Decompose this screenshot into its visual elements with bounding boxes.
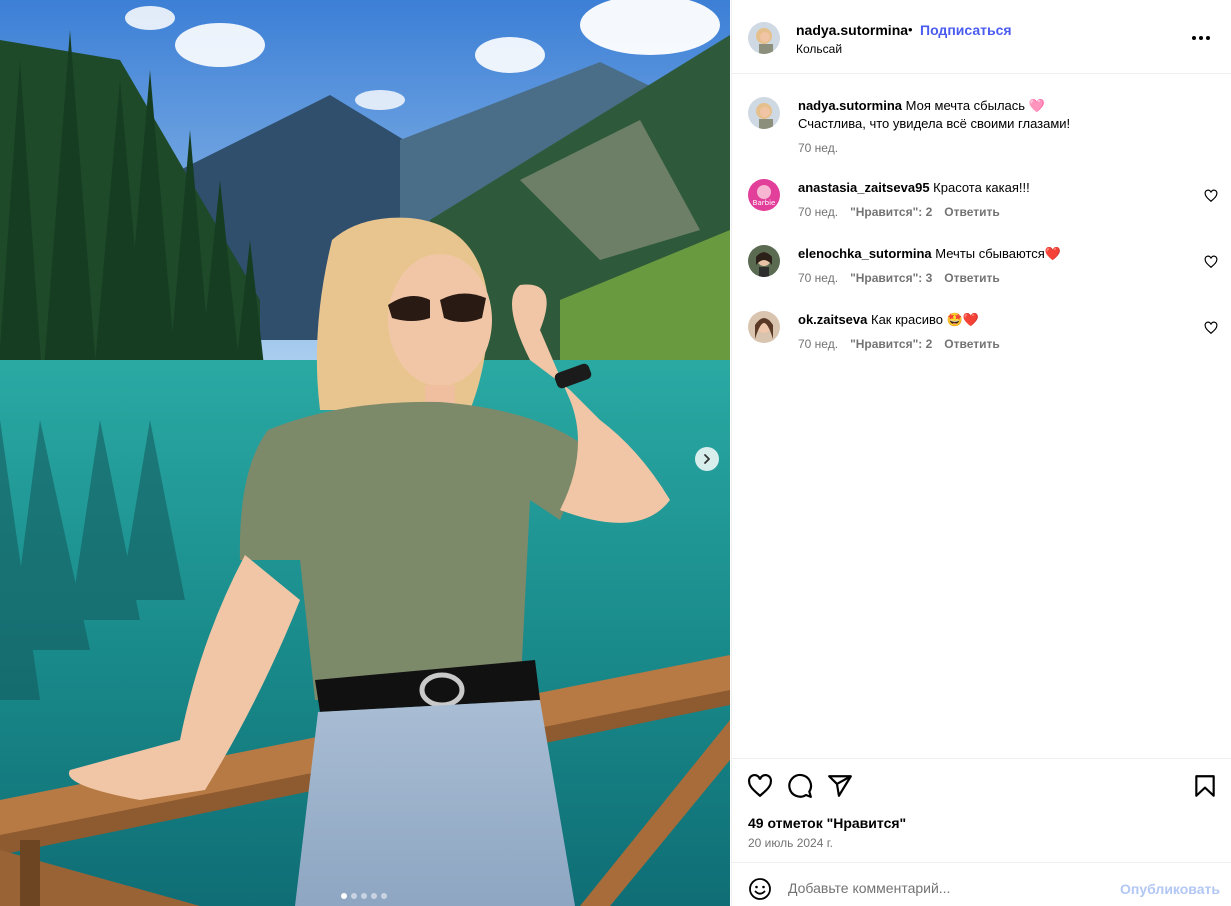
heart-icon[interactable] bbox=[1204, 189, 1218, 203]
comment-composer: Опубликовать bbox=[732, 862, 1231, 906]
comment-username[interactable]: ok.zaitseva bbox=[798, 312, 867, 327]
carousel-dot bbox=[361, 893, 367, 899]
comment-message: Красота какая!!! bbox=[933, 180, 1030, 195]
post-header: nadya.sutormina • Подписаться Кольсай bbox=[732, 0, 1231, 74]
header-separator: • bbox=[908, 22, 913, 37]
emoji-icon[interactable] bbox=[748, 877, 772, 901]
commenter-avatar[interactable]: Barbie bbox=[748, 179, 780, 211]
caption-username[interactable]: nadya.sutormina bbox=[798, 98, 902, 113]
comment-item: ok.zaitseva Как красиво 🤩❤️ 70 нед. "Нра… bbox=[748, 311, 1218, 355]
comment-item: elenochka_sutormina Мечты сбываются❤️ 70… bbox=[748, 245, 1218, 289]
comment-meta: 70 нед. "Нравится": 2 Ответить bbox=[798, 337, 1000, 351]
comment-time[interactable]: 70 нед. bbox=[798, 205, 838, 219]
send-icon[interactable] bbox=[827, 773, 853, 799]
reply-button[interactable]: Ответить bbox=[944, 337, 999, 351]
post-date[interactable]: 20 июль 2024 г. bbox=[748, 836, 833, 850]
photo-scene bbox=[0, 0, 730, 906]
comment-meta: 70 нед. "Нравится": 3 Ответить bbox=[798, 271, 1000, 285]
caption-line-1: Моя мечта сбылась 🩷 bbox=[905, 98, 1045, 113]
author-avatar[interactable] bbox=[748, 22, 780, 54]
comments-list: nadya.sutormina Моя мечта сбылась 🩷 Счас… bbox=[732, 75, 1231, 758]
caption-time[interactable]: 70 нед. bbox=[798, 141, 838, 155]
bookmark-icon[interactable] bbox=[1192, 773, 1218, 799]
svg-text:Barbie: Barbie bbox=[753, 199, 776, 207]
comment-icon[interactable] bbox=[787, 773, 813, 799]
comment-message: Мечты сбываются❤️ bbox=[935, 246, 1062, 261]
author-avatar[interactable] bbox=[748, 97, 780, 129]
comment-time[interactable]: 70 нед. bbox=[798, 337, 838, 351]
commenter-avatar[interactable] bbox=[748, 245, 780, 277]
heart-icon[interactable] bbox=[1204, 255, 1218, 269]
comment-meta: 70 нед. "Нравится": 2 Ответить bbox=[798, 205, 1000, 219]
comment-likes[interactable]: "Нравится": 2 bbox=[850, 337, 932, 351]
post-sidebar: nadya.sutormina • Подписаться Кольсай na… bbox=[731, 0, 1231, 906]
author-username[interactable]: nadya.sutormina bbox=[796, 22, 908, 38]
reply-button[interactable]: Ответить bbox=[944, 205, 999, 219]
post-location[interactable]: Кольсай bbox=[796, 42, 842, 56]
comment-likes[interactable]: "Нравится": 2 bbox=[850, 205, 932, 219]
comment-username[interactable]: anastasia_zaitseva95 bbox=[798, 180, 930, 195]
chevron-right-icon bbox=[704, 454, 710, 464]
post-caption: nadya.sutormina Моя мечта сбылась 🩷 Счас… bbox=[748, 97, 1218, 157]
reply-button[interactable]: Ответить bbox=[944, 271, 999, 285]
comment-message: Как красиво 🤩❤️ bbox=[871, 312, 979, 327]
comment-item: Barbie anastasia_zaitseva95 Красота кака… bbox=[748, 179, 1218, 223]
caption-meta: 70 нед. bbox=[798, 141, 838, 155]
commenter-avatar[interactable] bbox=[748, 311, 780, 343]
heart-icon[interactable] bbox=[747, 773, 773, 799]
carousel-next-button[interactable] bbox=[695, 447, 719, 471]
carousel-indicator bbox=[341, 893, 387, 899]
comment-likes[interactable]: "Нравится": 3 bbox=[850, 271, 932, 285]
comment-input[interactable] bbox=[788, 877, 1108, 899]
follow-button[interactable]: Подписаться bbox=[920, 22, 1012, 38]
likes-count[interactable]: 49 отметок "Нравится" bbox=[748, 815, 906, 831]
comment-text: elenochka_sutormina Мечты сбываются❤️ bbox=[798, 245, 1188, 263]
caption-text: nadya.sutormina Моя мечта сбылась 🩷 Счас… bbox=[798, 97, 1188, 133]
publish-button[interactable]: Опубликовать bbox=[1120, 881, 1220, 897]
heart-icon[interactable] bbox=[1204, 321, 1218, 335]
comment-text: anastasia_zaitseva95 Красота какая!!! bbox=[798, 179, 1188, 197]
comment-username[interactable]: elenochka_sutormina bbox=[798, 246, 932, 261]
instagram-post-view: nadya.sutormina • Подписаться Кольсай na… bbox=[0, 0, 1231, 906]
post-photo bbox=[0, 0, 730, 906]
comment-time[interactable]: 70 нед. bbox=[798, 271, 838, 285]
carousel-dot-active bbox=[341, 893, 347, 899]
post-actions: 49 отметок "Нравится" 20 июль 2024 г. bbox=[732, 758, 1231, 862]
carousel-dot bbox=[351, 893, 357, 899]
caption-line-2: Счастлива, что увидела всё своими глазам… bbox=[798, 116, 1071, 131]
more-options-icon[interactable] bbox=[1192, 30, 1216, 46]
carousel-dot bbox=[371, 893, 377, 899]
carousel-dot bbox=[381, 893, 387, 899]
comment-text: ok.zaitseva Как красиво 🤩❤️ bbox=[798, 311, 1188, 329]
